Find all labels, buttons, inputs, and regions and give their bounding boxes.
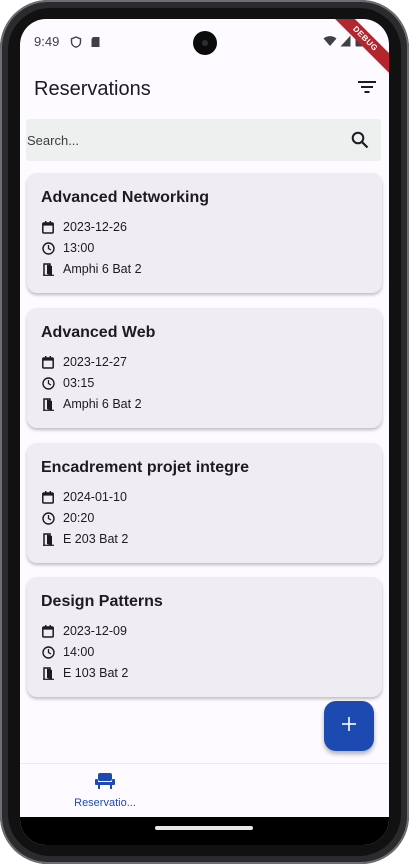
status-time: 9:49 [34, 34, 60, 49]
reservation-title: Encadrement projet integre [41, 459, 250, 476]
reservation-title: Advanced Networking [41, 189, 210, 206]
search-bar [26, 119, 381, 161]
chair-icon [95, 773, 115, 794]
reservation-date: 2024-01-10 [63, 490, 127, 504]
clock-icon [41, 511, 55, 525]
add-icon [341, 716, 357, 737]
bottom-navigation: Reservatio... [20, 763, 389, 818]
reservation-room: E 103 Bat 2 [63, 666, 129, 680]
reservation-card[interactable]: Advanced Networking 2023-12-26 13:00 Amp… [27, 173, 382, 293]
app-bar: Reservations [20, 65, 389, 115]
reservation-date: 2023-12-26 [63, 220, 127, 234]
date-row: 2023-12-26 [41, 219, 127, 235]
home-gesture-handle[interactable] [155, 826, 253, 830]
nav-item-reservations[interactable]: Reservatio... [60, 772, 150, 809]
calendar-icon [41, 220, 55, 234]
calendar-icon [41, 355, 55, 369]
clock-icon [41, 376, 55, 390]
front-camera [193, 31, 217, 55]
room-row: Amphi 6 Bat 2 [41, 396, 142, 412]
door-icon [41, 397, 55, 411]
calendar-icon [41, 490, 55, 504]
shield-icon [70, 35, 82, 53]
wifi-icon [323, 34, 337, 52]
room-row: E 103 Bat 2 [41, 665, 128, 681]
clock-icon [41, 241, 55, 255]
reservation-time: 14:00 [63, 645, 95, 659]
system-navigation-bar [20, 817, 389, 845]
reservation-room: Amphi 6 Bat 2 [63, 262, 142, 276]
room-row: E 203 Bat 2 [41, 531, 128, 547]
reservation-time: 03:15 [63, 376, 95, 390]
reservation-time: 13:00 [63, 241, 95, 255]
door-icon [41, 666, 55, 680]
reservation-card[interactable]: Advanced Web 2023-12-27 03:15 Amphi 6 Ba… [27, 308, 382, 428]
reservation-card[interactable]: Encadrement projet integre 2024-01-10 20… [27, 443, 382, 563]
app-screen: 9:49 DEBUG Reservations Search... Advanc… [20, 19, 389, 845]
date-row: 2024-01-10 [41, 489, 127, 505]
reservation-title: Design Patterns [41, 593, 163, 610]
reservation-room: E 203 Bat 2 [63, 532, 129, 546]
filter-button[interactable] [355, 77, 379, 101]
search-icon[interactable] [351, 131, 369, 154]
clock-icon [41, 645, 55, 659]
door-icon [41, 532, 55, 546]
time-row: 03:15 [41, 375, 94, 391]
date-row: 2023-12-09 [41, 623, 127, 639]
reservation-room: Amphi 6 Bat 2 [63, 397, 142, 411]
date-row: 2023-12-27 [41, 354, 127, 370]
time-row: 13:00 [41, 240, 94, 256]
reservation-title: Advanced Web [41, 324, 156, 341]
calendar-icon [41, 624, 55, 638]
reservation-time: 20:20 [63, 511, 95, 525]
page-title: Reservations [34, 78, 151, 100]
time-row: 14:00 [41, 644, 94, 660]
status-bar: 9:49 DEBUG [20, 19, 389, 78]
signal-icon [340, 34, 351, 52]
reservation-card[interactable]: Design Patterns 2023-12-09 14:00 E 103 B… [27, 577, 382, 697]
search-input[interactable] [27, 119, 327, 161]
reservation-date: 2023-12-09 [63, 624, 127, 638]
time-row: 20:20 [41, 510, 94, 526]
sd-card-icon [90, 35, 101, 53]
add-reservation-button[interactable] [324, 701, 374, 751]
filter-list-icon [358, 80, 376, 99]
room-row: Amphi 6 Bat 2 [41, 261, 142, 277]
reservation-date: 2023-12-27 [63, 355, 127, 369]
door-icon [41, 262, 55, 276]
nav-item-label: Reservatio... [74, 797, 136, 809]
